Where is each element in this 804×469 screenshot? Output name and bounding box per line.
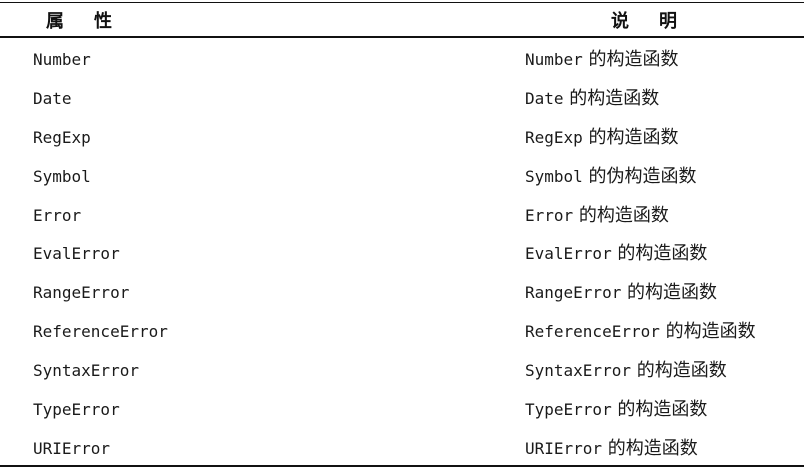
description-text: 的构造函数 [621,282,718,304]
table-row: Error Error 的构造函数 [0,197,804,236]
description-text: 的伪构造函数 [582,165,697,187]
description-text: 的构造函数 [582,126,679,148]
property-cell: Error [33,205,82,225]
description-cell: Symbol 的伪构造函数 [525,158,697,196]
description-code: Error [525,205,574,225]
description-cell: ReferenceError 的构造函数 [525,313,756,351]
description-cell: RegExp 的构造函数 [525,119,679,157]
property-cell: RangeError [33,283,130,303]
description-code: URIError [525,438,603,458]
table-row: Date Date 的构造函数 [0,80,804,119]
property-cell: ReferenceError [33,322,168,342]
property-table: 属性 说明 Number Number 的构造函数 Date Date 的构造函… [0,0,804,468]
description-text: 的构造函数 [563,87,660,109]
description-cell: Date 的构造函数 [525,80,659,118]
description-code: TypeError [525,400,612,420]
table-row: Symbol Symbol 的伪构造函数 [0,158,804,197]
table-body: Number Number 的构造函数 Date Date 的构造函数 RegE… [0,41,804,469]
header-description: 说明 [611,11,707,32]
property-cell: TypeError [33,400,120,420]
property-cell: RegExp [33,127,91,147]
description-cell: SyntaxError 的构造函数 [525,352,727,390]
description-text: 的构造函数 [582,49,679,70]
description-cell: URIError 的构造函数 [525,430,698,468]
description-text: 的构造函数 [573,204,669,226]
description-code: Date [525,88,564,108]
header-rule [0,36,804,38]
description-code: Symbol [525,166,583,186]
description-code: SyntaxError [525,361,631,381]
description-text: 的构造函数 [630,360,727,382]
description-cell: Number 的构造函数 [525,41,679,79]
property-cell: Number [33,50,91,69]
table-row: TypeError TypeError 的构造函数 [0,391,804,430]
property-cell: Symbol [33,166,91,186]
description-code: RegExp [525,127,583,147]
property-cell: SyntaxError [33,361,139,381]
header-property: 属性 [46,11,142,32]
description-cell: Error 的构造函数 [525,197,669,235]
table-row: ReferenceError ReferenceError 的构造函数 [0,313,804,352]
table-row: RegExp RegExp 的构造函数 [0,119,804,158]
description-cell: RangeError 的构造函数 [525,274,717,312]
property-cell: Date [33,88,72,108]
table-header: 属性 说明 [0,3,804,35]
description-cell: EvalError 的构造函数 [525,235,707,273]
description-text: 的构造函数 [611,399,708,421]
description-code: Number [525,50,583,69]
table-row: Number Number 的构造函数 [0,41,804,80]
description-code: EvalError [525,244,612,264]
table-row: URIError URIError 的构造函数 [0,430,804,469]
description-text: 的构造函数 [602,437,698,459]
table-row: EvalError EvalError 的构造函数 [0,235,804,274]
description-text: 的构造函数 [659,321,756,343]
description-code: RangeError [525,283,622,303]
table-bottom-rule [0,465,804,467]
property-cell: URIError [33,438,111,458]
description-code: ReferenceError [525,322,660,342]
description-cell: TypeError 的构造函数 [525,391,707,429]
table-row: RangeError RangeError 的构造函数 [0,274,804,313]
table-row: SyntaxError SyntaxError 的构造函数 [0,352,804,391]
property-cell: EvalError [33,244,120,264]
description-text: 的构造函数 [611,243,708,265]
